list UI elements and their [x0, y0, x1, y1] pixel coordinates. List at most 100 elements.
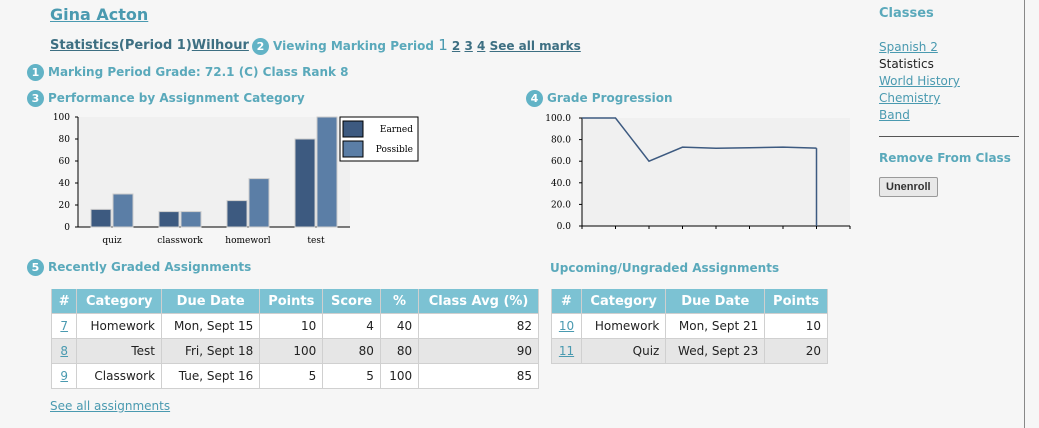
table-cell: Test	[76, 338, 163, 364]
x-tick-label: test	[307, 236, 325, 246]
table-cell: Homework	[76, 313, 163, 339]
table-cell: 10	[259, 313, 324, 339]
y-tick-label: 60.0	[551, 157, 571, 167]
table-cell: 5	[322, 363, 381, 389]
assignment-link[interactable]: 9	[60, 369, 68, 383]
assignment-number-cell: 8	[50, 338, 78, 364]
table-cell: Quiz	[580, 338, 667, 364]
table-cell: 20	[764, 338, 828, 364]
course-link[interactable]: Statistics	[50, 38, 119, 53]
period-2-link[interactable]: 2	[452, 39, 460, 53]
progression-title: 4 Grade Progression	[526, 90, 673, 107]
table-cell: 5	[259, 363, 324, 389]
legend-swatch	[342, 140, 364, 158]
column-header: #	[551, 289, 582, 314]
table-row: 10 Homework Mon, Sept 21 10	[551, 313, 828, 339]
table-cell: 90	[418, 338, 539, 364]
table-cell: 82	[418, 313, 539, 339]
table-cell: 4	[322, 313, 381, 339]
table-row: 11 Quiz Wed, Sept 23 20	[551, 338, 828, 364]
sidebar-divider	[879, 136, 1019, 137]
column-header: Class Avg (%)	[418, 289, 539, 314]
assignment-number-cell: 11	[551, 338, 582, 364]
column-header: Category	[76, 289, 163, 314]
step-2-badge: 2	[252, 38, 269, 55]
performance-title: 3 Performance by Assignment Category	[27, 90, 305, 107]
performance-bar-chart: 0 20 40 60 80 100 quiz classwork homeworl test Ear…	[53, 113, 419, 246]
y-tick-label: 100.0	[545, 114, 571, 124]
assignment-number-cell: 7	[50, 313, 78, 339]
student-name[interactable]: Gina Acton	[50, 5, 148, 24]
bar-earned	[158, 211, 180, 228]
right-border	[1024, 0, 1025, 428]
see-all-marks-link[interactable]: See all marks	[490, 39, 581, 53]
viewing-label: Viewing Marking Period	[273, 39, 434, 53]
table-cell: 100	[379, 363, 420, 389]
class-link[interactable]: World History	[879, 73, 1019, 90]
upcoming-assignments-table: # Category Due Date Points 10 Homework Mon, S…	[551, 289, 828, 364]
y-tick-label: 20.0	[551, 200, 571, 210]
table-cell: Fri, Sept 18	[161, 338, 261, 364]
bar-earned	[294, 138, 316, 228]
y-tick-label: 60	[59, 157, 71, 167]
step-4-badge: 4	[526, 90, 543, 107]
y-tick-label: 20	[59, 201, 71, 211]
legend-label: Earned	[380, 125, 413, 135]
table-cell: Mon, Sept 15	[161, 313, 261, 339]
column-header: Due Date	[665, 289, 766, 314]
column-header: #	[50, 289, 78, 314]
bar-earned	[90, 208, 112, 228]
table-cell: 80	[322, 338, 381, 364]
upcoming-title: Upcoming/Ungraded Assignments	[550, 261, 780, 275]
assignment-number-cell: 9	[50, 363, 78, 389]
see-all-assignments-link[interactable]: See all assignments	[50, 399, 170, 413]
step-1-badge: 1	[27, 64, 44, 81]
current-class: Statistics	[879, 57, 934, 71]
y-tick-label: 80.0	[551, 136, 571, 146]
grade-progression-chart: 0.0 20.0 40.0 60.0 80.0 100.0	[545, 114, 851, 232]
teacher-link[interactable]: Wilhour	[192, 38, 249, 53]
class-link[interactable]: Chemistry	[879, 90, 1019, 107]
class-link[interactable]: Spanish 2	[879, 39, 1019, 56]
assignment-link[interactable]: 7	[60, 319, 68, 333]
period-current: 1	[438, 36, 448, 54]
column-header: Points	[259, 289, 324, 314]
table-cell: 40	[379, 313, 420, 339]
step-5-badge: 5	[27, 259, 44, 276]
table-header-row: # Category Due Date Points Score% Class Avg (…	[50, 289, 539, 314]
plot-area	[582, 118, 850, 226]
table-cell: Homework	[580, 313, 667, 339]
assignment-link[interactable]: 8	[60, 344, 68, 358]
assignment-link[interactable]: 10	[559, 319, 574, 333]
table-row: 8 Test Fri, Sept 18 100 80 80 90	[50, 338, 539, 364]
legend-label: Possible	[376, 145, 413, 155]
table-header-row: # Category Due Date Points	[551, 289, 828, 314]
bar-possible	[316, 116, 338, 228]
x-tick-label: homeworl	[225, 236, 270, 246]
period-3-link[interactable]: 3	[464, 39, 472, 53]
bar-possible	[248, 178, 270, 228]
remove-from-class-title: Remove From Class	[879, 151, 1011, 165]
assignment-link[interactable]: 11	[559, 344, 574, 358]
marking-period-grade: 1 Marking Period Grade: 72.1 (C) Class Ra…	[27, 64, 349, 81]
unenroll-button[interactable]: Unenroll	[879, 177, 938, 197]
column-header: Points	[764, 289, 828, 314]
class-list: Spanish 2 Statistics World History Chemistr…	[879, 39, 1019, 124]
bar-possible	[180, 211, 202, 228]
sidebar: Classes Spanish 2 Statistics World History…	[879, 0, 1019, 197]
assignment-number-cell: 10	[551, 313, 582, 339]
table-cell: Wed, Sept 23	[665, 338, 766, 364]
classes-title: Classes	[879, 6, 934, 21]
column-header: %	[379, 289, 420, 314]
column-header: Score	[322, 289, 381, 314]
table-cell: 80	[379, 338, 420, 364]
class-link[interactable]: Band	[879, 107, 1019, 124]
period-4-link[interactable]: 4	[477, 39, 485, 53]
step-3-badge: 3	[27, 90, 44, 107]
grade-text: Marking Period Grade: 72.1 (C) Class Ran…	[48, 65, 349, 79]
table-cell: 85	[418, 363, 539, 389]
x-tick-label: quiz	[102, 236, 121, 246]
table-row: 7 Homework Mon, Sept 15 10 4 40 82	[50, 313, 539, 339]
table-cell: 10	[764, 313, 828, 339]
y-tick-label: 40	[59, 179, 71, 189]
